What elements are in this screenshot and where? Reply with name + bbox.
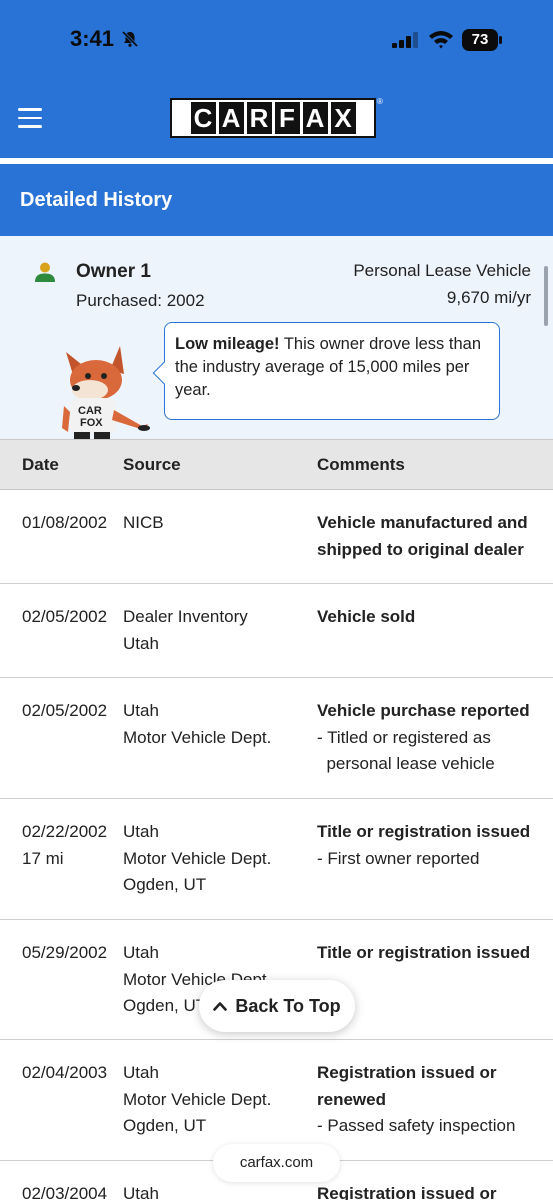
owner-name: Owner 1: [76, 261, 151, 282]
row-date: 05/29/2002: [22, 943, 108, 962]
section-header: Detailed History: [0, 164, 553, 236]
section-title: Detailed History: [20, 189, 173, 211]
row-source: Utah: [123, 822, 159, 841]
back-to-top-button[interactable]: Back To Top: [199, 980, 355, 1032]
row-source: Motor Vehicle Dept.: [123, 1089, 272, 1109]
column-header-source: Source: [123, 455, 181, 474]
svg-text:CAR: CAR: [78, 405, 102, 417]
logo-letter: A: [302, 102, 328, 134]
logo-letter: C: [190, 102, 216, 134]
history-table-header: Date Source Comments: [0, 439, 553, 490]
app-header: C A R F A X ®: [0, 80, 553, 158]
registered-mark: ®: [377, 97, 383, 106]
row-source: Utah: [123, 1063, 159, 1082]
column-header-date: Date: [22, 455, 59, 474]
row-source: Utah: [123, 701, 159, 720]
row-source: NICB: [123, 513, 164, 532]
back-to-top-label: Back To Top: [235, 995, 341, 1016]
row-source: Ogden, UT: [123, 875, 207, 894]
row-date: 02/22/2002: [22, 822, 108, 841]
row-source: Dealer Inventory: [123, 607, 248, 626]
row-source: Ogden, UT: [123, 1116, 207, 1135]
row-date: 02/03/2004: [22, 1184, 108, 1200]
owner-mileage: 9,670 mi/yr: [446, 288, 531, 307]
mileage-tip-bubble: Low mileage! This owner drove less than …: [152, 322, 500, 420]
row-source: Utah: [123, 1184, 159, 1200]
row-comment-title: Vehicle sold: [317, 607, 416, 626]
owner-summary: Owner 1 Purchased: 2002 Personal Lease V…: [0, 236, 553, 440]
history-row: 02/22/2002 17 mi Utah Motor Vehicle Dept…: [0, 799, 553, 920]
row-source: Motor Vehicle Dept.: [123, 848, 272, 868]
logo-letter: R: [246, 102, 272, 134]
row-comment-note: - Passed safety inspection: [317, 1116, 516, 1135]
row-comment-note: personal lease vehicle: [317, 754, 495, 773]
row-comment-title: Title or registration issued: [317, 822, 531, 841]
history-row: 02/05/2002 Utah Motor Vehicle Dept. Vehi…: [0, 678, 553, 799]
row-date: 01/08/2002: [22, 513, 108, 532]
owner-purchased: Purchased: 2002: [76, 291, 205, 310]
battery-icon: 73: [462, 29, 502, 51]
battery-level: 73: [462, 29, 498, 51]
cellular-signal-icon: [392, 32, 418, 48]
owner-vehicle-type: Personal Lease Vehicle: [353, 261, 531, 280]
browser-url-bar[interactable]: carfax.com: [213, 1144, 340, 1182]
row-comment-note: - Titled or registered as: [317, 727, 491, 747]
column-header-comments: Comments: [317, 455, 405, 474]
chevron-up-icon: [213, 1002, 228, 1011]
svg-text:FOX: FOX: [80, 417, 103, 429]
history-row: 02/04/2003 Utah Motor Vehicle Dept. Ogde…: [0, 1040, 553, 1161]
row-source: Motor Vehicle Dept.: [123, 727, 272, 747]
row-comment-note: - First owner reported: [317, 848, 480, 868]
row-comment-title: Registration issued or: [317, 1184, 497, 1200]
status-bar: 3:41 73: [0, 0, 553, 80]
row-mileage: 17 mi: [22, 848, 64, 868]
row-comment-title: Vehicle purchase reported: [317, 701, 530, 720]
row-date: 02/04/2003: [22, 1063, 108, 1082]
row-source: Utah: [123, 943, 159, 962]
history-row: 02/05/2002 Dealer Inventory Utah Vehicle…: [0, 584, 553, 678]
row-source: Utah: [123, 633, 159, 653]
row-date: 02/05/2002: [22, 607, 108, 626]
history-row: 01/08/2002 NICB Vehicle manufactured and…: [0, 490, 553, 584]
scrollbar-thumb[interactable]: [544, 266, 548, 326]
row-comment-title: Vehicle manufactured and shipped to orig…: [317, 513, 528, 559]
status-time: 3:41: [70, 26, 115, 51]
carfox-mascot-icon: CAR FOX: [62, 346, 150, 440]
logo-letter: F: [274, 102, 300, 134]
carfax-logo[interactable]: C A R F A X: [170, 98, 376, 138]
logo-letter: A: [218, 102, 244, 134]
row-date: 02/05/2002: [22, 701, 108, 720]
row-comment-title: Registration issued or renewed: [317, 1063, 497, 1109]
wifi-icon: [429, 31, 453, 49]
bell-muted-icon: [121, 30, 139, 48]
person-icon: [35, 262, 55, 282]
tip-highlight: Low mileage!: [175, 335, 280, 353]
menu-icon[interactable]: [18, 108, 44, 128]
logo-letter: X: [330, 102, 356, 134]
row-comment-title: Title or registration issued: [317, 943, 531, 962]
